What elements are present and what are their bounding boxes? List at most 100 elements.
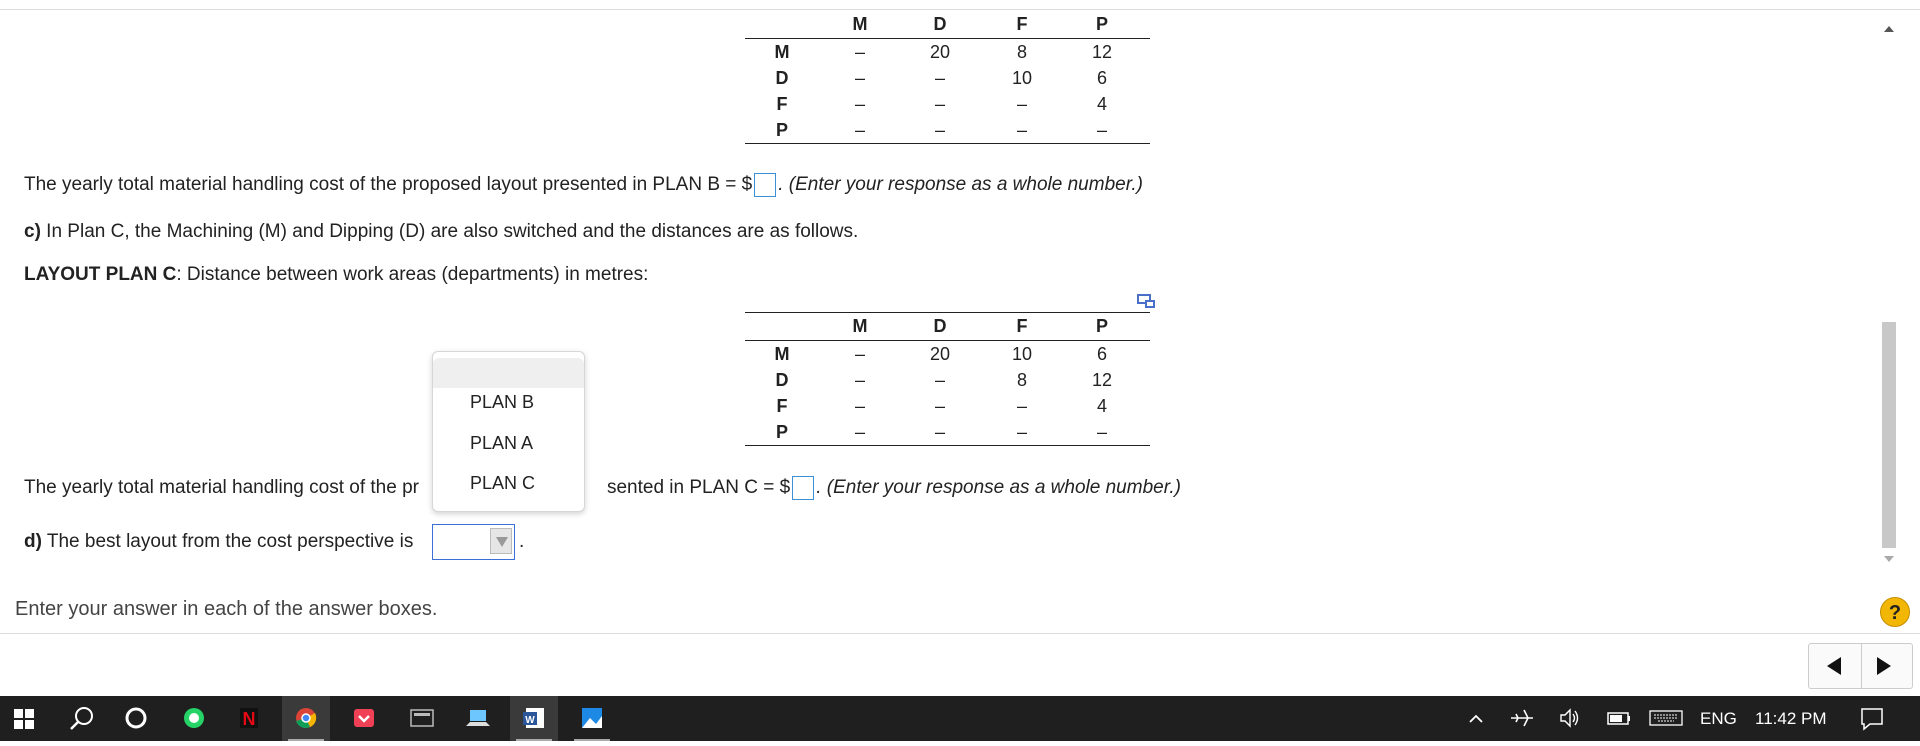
airplane-mode-icon[interactable] <box>1498 696 1546 741</box>
table-cell: 20 <box>929 344 951 364</box>
table-row: D – – 10 6 <box>745 65 1150 91</box>
row-header: M <box>774 344 790 364</box>
netflix-icon[interactable]: N <box>225 696 273 741</box>
table-cell: – <box>1016 422 1027 442</box>
table-cell: – <box>934 94 945 114</box>
dropdown-option-plan-a[interactable]: PLAN A <box>470 433 533 454</box>
previous-arrow-icon[interactable] <box>1827 657 1841 675</box>
table-cell: – <box>934 68 945 88</box>
layout-b-table: M D F P M – 20 8 12 D – – 10 6 F – – – 4… <box>745 11 1150 144</box>
whatsapp-icon[interactable] <box>170 696 218 741</box>
svg-text:W: W <box>525 715 535 726</box>
row-header: D <box>775 370 789 390</box>
table-cell: – <box>1016 120 1027 140</box>
table-cell: – <box>854 422 865 442</box>
cortana-icon[interactable] <box>112 696 160 741</box>
table-bottom-rule <box>745 445 1150 446</box>
keyboard-icon[interactable] <box>1646 696 1686 741</box>
table-cell: – <box>854 42 865 62</box>
row-header: F <box>776 94 788 114</box>
table-cell: 10 <box>1011 344 1033 364</box>
dropdown-option-plan-c[interactable]: PLAN C <box>470 473 535 494</box>
part-c-label: c) <box>24 221 41 242</box>
dropdown-option-plan-b[interactable]: PLAN B <box>470 392 534 413</box>
table-header-row: M D F P <box>745 312 1150 341</box>
chrome-icon[interactable] <box>282 696 330 741</box>
row-header: P <box>775 120 788 140</box>
question-c-text-start: The yearly total material handling cost … <box>24 477 419 499</box>
table-cell: 6 <box>1096 344 1107 364</box>
question-c-text-end: sented in PLAN C = $ <box>606 477 791 499</box>
instruction-text: Enter your answer in each of the answer … <box>15 598 438 620</box>
chevron-up-icon[interactable] <box>1452 696 1500 741</box>
table-cell: 4 <box>1096 396 1107 416</box>
pocket-icon[interactable] <box>340 696 388 741</box>
top-divider <box>0 9 1920 10</box>
table-row: M – 20 10 6 <box>745 341 1150 367</box>
table-row: D – – 8 12 <box>745 367 1150 393</box>
table-cell: 12 <box>1091 42 1113 62</box>
part-c-text: In Plan C, the Machining (M) and Dipping… <box>40 221 859 242</box>
scroll-up-arrow-icon[interactable] <box>1884 26 1894 32</box>
table-cell: – <box>934 422 945 442</box>
layout-c-heading: LAYOUT PLAN C: Distance between work are… <box>24 264 648 286</box>
plan-c-answer-input[interactable] <box>792 476 815 500</box>
photos-icon[interactable] <box>568 696 616 741</box>
expand-table-icon[interactable] <box>1137 294 1155 308</box>
search-icon[interactable] <box>58 696 106 741</box>
question-c-hint: . (Enter your response as a whole number… <box>816 477 1181 499</box>
col-header-m: M <box>852 14 868 34</box>
table-cell: – <box>854 120 865 140</box>
part-d-label: d) <box>24 531 42 552</box>
calculator-icon[interactable] <box>398 696 446 741</box>
question-b-text: The yearly total material handling cost … <box>24 174 753 196</box>
table-cell: – <box>854 370 865 390</box>
col-header-d: D <box>933 316 947 336</box>
layout-c-text: : Distance between work areas (departmen… <box>176 264 649 285</box>
table-row: F – – – 4 <box>745 91 1150 117</box>
word-icon[interactable]: W <box>510 696 558 741</box>
volume-icon[interactable] <box>1546 696 1594 741</box>
chevron-down-icon[interactable] <box>490 528 512 554</box>
windows-start-icon[interactable] <box>0 696 48 741</box>
question-c-line: The yearly total material handling cost … <box>24 476 1181 500</box>
plan-b-answer-input[interactable] <box>754 173 777 197</box>
question-b-hint: . (Enter your response as a whole number… <box>778 174 1143 196</box>
col-header-p: P <box>1095 316 1108 336</box>
row-header: D <box>775 68 789 88</box>
part-d-period: . <box>519 531 525 552</box>
clock[interactable]: 11:42 PM <box>1755 709 1827 729</box>
scroll-down-arrow-icon[interactable] <box>1884 556 1894 562</box>
table-cell: 8 <box>1016 42 1027 62</box>
action-center-icon[interactable] <box>1848 696 1896 741</box>
layout-c-label: LAYOUT PLAN C <box>24 264 177 285</box>
table-cell: 6 <box>1096 68 1107 88</box>
table-cell: – <box>934 120 945 140</box>
table-cell: – <box>854 344 865 364</box>
language-indicator[interactable]: ENG <box>1700 709 1737 729</box>
part-d-text: The best layout from the cost perspectiv… <box>41 531 414 552</box>
connect-device-icon[interactable] <box>454 696 502 741</box>
table-cell: – <box>854 94 865 114</box>
table-row: P – – – – <box>745 419 1150 445</box>
table-cell: – <box>934 396 945 416</box>
part-c-line: c) In Plan C, the Machining (M) and Dipp… <box>24 221 858 243</box>
table-cell: 8 <box>1016 370 1027 390</box>
row-header: M <box>774 42 790 62</box>
col-header-p: P <box>1095 14 1108 34</box>
bottom-divider <box>0 633 1920 634</box>
table-bottom-rule <box>745 143 1150 144</box>
table-cell: – <box>1016 94 1027 114</box>
question-b-line: The yearly total material handling cost … <box>24 173 1143 197</box>
help-button[interactable]: ? <box>1880 597 1910 627</box>
next-arrow-icon[interactable] <box>1877 657 1891 675</box>
table-cell: 12 <box>1091 370 1113 390</box>
scrollbar-thumb[interactable] <box>1882 322 1896 548</box>
col-header-f: F <box>1016 14 1028 34</box>
row-header: F <box>776 396 788 416</box>
best-layout-select[interactable] <box>432 524 515 560</box>
battery-icon[interactable] <box>1594 696 1642 741</box>
dropdown-empty-option[interactable] <box>433 358 584 388</box>
col-header-m: M <box>852 316 868 336</box>
table-row: M – 20 8 12 <box>745 39 1150 65</box>
